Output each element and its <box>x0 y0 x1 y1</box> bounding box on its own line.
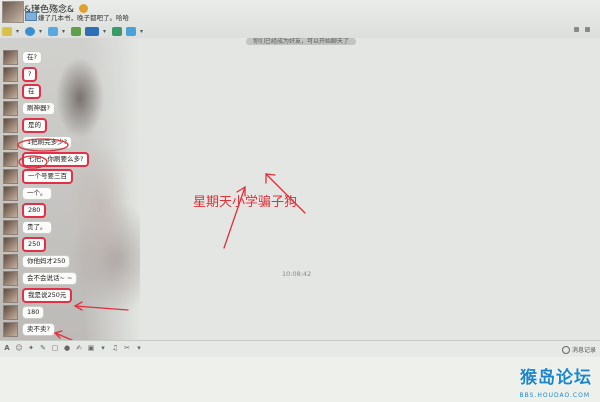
voice-message-icon[interactable]: ● <box>63 344 71 352</box>
message-row: 卖不卖? <box>3 321 55 337</box>
message-row: 一个号要三百 <box>3 168 73 184</box>
window-menu <box>574 27 590 32</box>
message-bubble: 在? <box>22 50 42 64</box>
message-history-button[interactable]: 消息记录 <box>561 345 596 354</box>
video-icon[interactable] <box>25 26 35 36</box>
contact-signature: 嫌了几本书，晚子都吧了。哈哈 <box>38 14 129 22</box>
message-bubble: 250 <box>22 236 47 252</box>
message-bubble: 280 <box>22 202 47 218</box>
music-icon[interactable]: ♫ <box>111 344 119 352</box>
message-input[interactable]: 猴岛论坛 BBS.HOUDAO.COM <box>0 357 600 402</box>
message-list[interactable]: 你们已经成为好友，可以开始聊天了 在?? 在刷神器? 是的 1把刷完多少? 七把，你刷要… <box>0 38 600 340</box>
edit-icon[interactable]: ✍ <box>75 344 83 352</box>
menu-icon[interactable] <box>574 27 579 32</box>
message-bubble: 在 <box>22 83 41 99</box>
message-bubble: 会不会说话~ ~ <box>22 271 78 285</box>
shake-window-icon[interactable]: ✎ <box>39 344 47 352</box>
message-bubble: 你他妈才250 <box>22 254 71 268</box>
font-icon[interactable]: A <box>3 344 11 352</box>
sender-avatar[interactable] <box>3 270 18 286</box>
file-transfer-icon[interactable] <box>48 26 58 36</box>
mic-icon[interactable] <box>2 26 12 36</box>
chevron-down-icon[interactable]: ▾ <box>16 27 21 36</box>
watermark-logo: 猴岛论坛 <box>520 368 592 388</box>
scissors-icon[interactable]: ✂ <box>123 344 131 352</box>
message-history-label: 消息记录 <box>571 347 596 354</box>
message-row: 七把，你刷要么多? <box>3 151 90 167</box>
remote-desktop-icon[interactable] <box>85 26 99 36</box>
message-row: 是的 <box>3 117 47 133</box>
message-bubble: 卖不卖? <box>22 322 55 336</box>
app-icon[interactable] <box>112 26 122 36</box>
sender-avatar[interactable] <box>3 219 18 235</box>
message-row: 250 <box>3 236 47 252</box>
message-row: 280 <box>3 202 47 218</box>
chevron-down-icon[interactable]: ▾ <box>103 27 108 36</box>
chevron-down-icon[interactable]: ▾ <box>140 27 145 36</box>
chevron-down-icon[interactable]: ▾ <box>62 27 67 36</box>
screen-share-icon[interactable] <box>71 26 81 36</box>
message-row: 在? <box>3 49 42 65</box>
message-row: 会不会说话~ ~ <box>3 270 78 286</box>
sender-avatar[interactable] <box>3 202 18 218</box>
sender-avatar[interactable] <box>3 49 18 65</box>
sender-avatar[interactable] <box>3 168 18 184</box>
image-icon[interactable]: ▣ <box>87 344 95 352</box>
message-bubble: 180 <box>22 305 45 319</box>
contact-avatar[interactable] <box>2 1 24 23</box>
message-row: 一个。 <box>3 185 52 201</box>
more-icon[interactable] <box>126 26 136 36</box>
message-bubble: 刷神器? <box>22 101 55 115</box>
sender-avatar[interactable] <box>3 253 18 269</box>
message-timestamp: 10:08:42 <box>282 270 312 278</box>
message-bubble: 是的 <box>22 117 47 133</box>
sender-avatar[interactable] <box>3 134 18 150</box>
sender-avatar[interactable] <box>3 287 18 303</box>
message-row: 你他妈才250 <box>3 253 71 269</box>
sender-avatar[interactable] <box>3 83 18 99</box>
window-header: &瑾色殇念& 嫌了几本书，晚子都吧了。哈哈 ▾ ▾ ▾ ▾ ▾ <box>0 0 600 39</box>
clock-icon <box>561 345 570 354</box>
menu-icon[interactable] <box>585 27 590 32</box>
message-bubble: 1把刷完多少? <box>22 135 73 149</box>
message-bubble: 我是说250元 <box>22 287 73 303</box>
input-toolbar: A ☺ ✦ ✎ ▢ ● ✍ ▣ ▾ ♫ ✂ ▾ 消息记录 <box>0 340 600 358</box>
chat-toolbar: ▾ ▾ ▾ ▾ ▾ <box>2 25 145 37</box>
magic-emoticon-icon[interactable]: ✦ <box>27 344 35 352</box>
sender-avatar[interactable] <box>3 100 18 116</box>
sender-avatar[interactable] <box>3 321 18 337</box>
sender-avatar[interactable] <box>3 304 18 320</box>
message-bubble: 七把，你刷要么多? <box>22 151 90 167</box>
watermark-url: BBS.HOUDAO.COM <box>519 392 590 399</box>
annotation-caption: 星期天小学骗子狗 <box>193 195 298 210</box>
sender-avatar[interactable] <box>3 151 18 167</box>
message-row: ? <box>3 66 38 82</box>
sender-avatar[interactable] <box>3 117 18 133</box>
emoji-icon[interactable]: ☺ <box>15 344 23 352</box>
message-row: 贵了。 <box>3 219 52 235</box>
chevron-down-icon[interactable]: ▾ <box>99 344 107 352</box>
message-row: 1把刷完多少? <box>3 134 73 150</box>
message-row: 我是说250元 <box>3 287 73 303</box>
message-bubble: ? <box>22 66 38 82</box>
chevron-down-icon[interactable]: ▾ <box>39 27 44 36</box>
chevron-down-icon[interactable]: ▾ <box>135 344 143 352</box>
screenshot-icon[interactable]: ▢ <box>51 344 59 352</box>
sender-avatar[interactable] <box>3 185 18 201</box>
signature-icon <box>25 12 37 21</box>
sender-avatar[interactable] <box>3 236 18 252</box>
message-bubble: 一个号要三百 <box>22 168 73 184</box>
chat-window: &瑾色殇念& 嫌了几本书，晚子都吧了。哈哈 ▾ ▾ ▾ ▾ ▾ 你们已经成为好友… <box>0 0 600 402</box>
message-row: 在 <box>3 83 41 99</box>
system-notice: 你们已经成为好友，可以开始聊天了 <box>246 38 356 45</box>
message-row: 180 <box>3 304 45 320</box>
sender-avatar[interactable] <box>3 66 18 82</box>
message-bubble: 贵了。 <box>22 220 52 234</box>
message-bubble: 一个。 <box>22 186 52 200</box>
message-row: 刷神器? <box>3 100 55 116</box>
